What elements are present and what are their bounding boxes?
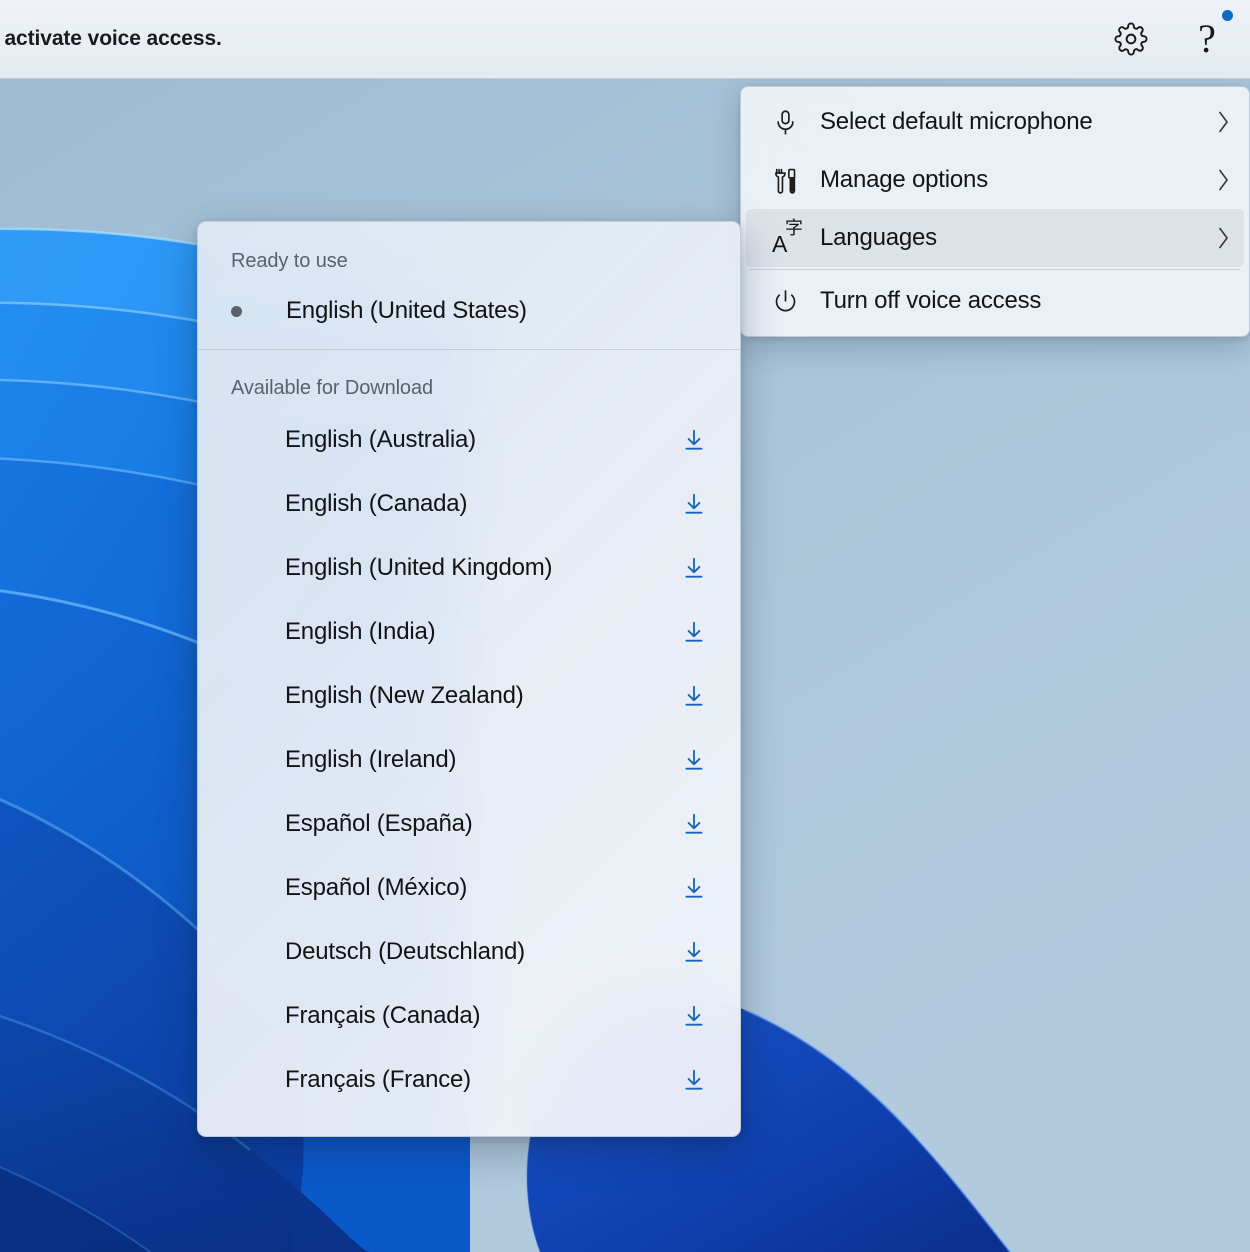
language-item-label: Español (México) [285, 874, 678, 902]
menu-item-label: Select default microphone [806, 108, 1212, 136]
selected-bullet-icon [231, 306, 242, 317]
menu-item-select-default-microphone[interactable]: Select default microphone [746, 93, 1244, 151]
language-item-label: Español (España) [285, 810, 678, 838]
list-item[interactable]: Deutsch (Deutschland) [198, 920, 740, 984]
download-icon[interactable] [678, 1067, 710, 1093]
list-item[interactable]: Español (México) [198, 856, 740, 920]
download-icon[interactable] [678, 491, 710, 517]
voice-access-status-text: o activate voice access. [0, 27, 222, 51]
list-item[interactable]: English (Ireland) [198, 728, 740, 792]
settings-button[interactable] [1108, 16, 1154, 62]
download-icon[interactable] [678, 683, 710, 709]
list-item[interactable]: Français (Canada) [198, 984, 740, 1048]
question-mark-icon: ? [1198, 19, 1216, 59]
screen: o activate voice access. ? Ready to use … [0, 0, 1250, 1252]
language-item-label: English (Ireland) [285, 746, 678, 774]
download-icon[interactable] [678, 811, 710, 837]
menu-item-manage-options[interactable]: Manage options [746, 151, 1244, 209]
notification-dot [1222, 10, 1233, 21]
download-icon[interactable] [678, 939, 710, 965]
gear-icon [1114, 22, 1148, 56]
language-item-label: Français (France) [285, 1066, 678, 1094]
language-panel: Ready to use English (United States) Ava… [197, 221, 741, 1137]
language-icon-cjk-glyph: 字 [785, 219, 803, 237]
voice-access-context-menu: Select default microphone Manage options [740, 86, 1250, 337]
list-item[interactable]: English (New Zealand) [198, 664, 740, 728]
voice-access-bar: o activate voice access. ? [0, 0, 1250, 79]
language-item-label: Français (Canada) [285, 1002, 678, 1030]
list-item[interactable]: English (Australia) [198, 408, 740, 472]
download-icon[interactable] [678, 747, 710, 773]
chevron-right-icon [1212, 109, 1234, 135]
available-for-download-heading: Available for Download [198, 350, 740, 400]
menu-item-turn-off-voice-access[interactable]: Turn off voice access [746, 272, 1244, 330]
language-item-english-united-states[interactable]: English (United States) [198, 279, 740, 343]
language-item-label: Deutsch (Deutschland) [285, 938, 678, 966]
download-language-list: English (Australia) English (Canada) Eng… [198, 400, 740, 1136]
download-icon[interactable] [678, 427, 710, 453]
download-icon[interactable] [678, 875, 710, 901]
download-icon[interactable] [678, 619, 710, 645]
language-item-label: English (Canada) [285, 490, 678, 518]
menu-item-label: Turn off voice access [806, 287, 1234, 315]
tools-icon [772, 167, 806, 194]
list-item[interactable]: English (Canada) [198, 472, 740, 536]
language-item-label: English (Australia) [285, 426, 678, 454]
list-item[interactable]: Français (France) [198, 1048, 740, 1112]
chevron-right-icon [1212, 225, 1234, 251]
list-item[interactable]: English (United Kingdom) [198, 536, 740, 600]
language-item-label: English (United Kingdom) [285, 554, 678, 582]
ready-to-use-heading: Ready to use [198, 222, 740, 273]
language-item-label: English (United States) [242, 297, 527, 325]
menu-item-languages[interactable]: A 字 Languages [746, 209, 1244, 267]
power-icon [772, 288, 806, 315]
menu-item-label: Languages [806, 224, 1212, 252]
download-icon[interactable] [678, 1003, 710, 1029]
list-item[interactable]: Español (España) [198, 792, 740, 856]
download-icon[interactable] [678, 555, 710, 581]
microphone-icon [772, 109, 806, 136]
chevron-right-icon [1212, 167, 1234, 193]
menu-separator [750, 269, 1240, 270]
menu-item-label: Manage options [806, 166, 1212, 194]
voice-access-bar-actions: ? [1108, 16, 1250, 62]
help-button[interactable]: ? [1184, 16, 1230, 62]
language-item-label: English (India) [285, 618, 678, 646]
language-icon: A 字 [772, 222, 806, 254]
language-item-label: English (New Zealand) [285, 682, 678, 710]
list-item[interactable]: English (India) [198, 600, 740, 664]
